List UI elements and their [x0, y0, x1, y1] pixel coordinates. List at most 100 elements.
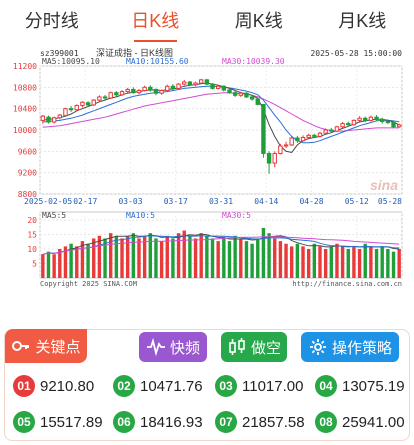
candle-body — [159, 90, 164, 94]
candle-body — [306, 134, 311, 138]
candle-body — [289, 137, 294, 146]
volume-bar — [273, 238, 277, 278]
volume-bar — [363, 243, 367, 278]
keypoints-panel: 关键点 快频 做空 操作策略 01 9210.80 02 10471.76 03… — [4, 329, 410, 441]
date-axis-tick: 02-17 — [73, 197, 97, 206]
volume-bar — [222, 238, 226, 278]
period-tabs: 分时线 日K线 周K线 月K线 — [0, 0, 414, 42]
keypoint-row-1: 01 9210.80 02 10471.76 03 11017.00 04 13… — [5, 372, 409, 400]
candle-body — [170, 85, 176, 89]
candle-body — [80, 101, 85, 106]
candlestick-icon — [229, 338, 245, 355]
volume-bar — [233, 235, 237, 278]
date-axis-tick: 05-12 — [345, 197, 369, 206]
volume-bar — [52, 254, 56, 278]
keypoint-index-badge: 02 — [113, 375, 135, 397]
volume-bar — [125, 235, 130, 278]
kline-chart[interactable]: 11200 10800 10400 10000 9600 9200 8800 20 15 10 5 … — [0, 44, 414, 294]
candle-body — [51, 117, 57, 123]
keypoint-value: 11017.00 — [242, 377, 304, 395]
date-axis-tick: 05-28 — [378, 197, 402, 206]
short-sell-button[interactable]: 做空 — [221, 332, 287, 362]
tab-monthly-k[interactable]: 月K线 — [311, 0, 414, 42]
keypoints-button[interactable]: 关键点 — [5, 329, 87, 363]
volume-bar — [114, 235, 119, 278]
candle-body — [249, 96, 255, 100]
candle-body — [176, 83, 181, 89]
volume-axis-tick: 5 — [32, 260, 37, 269]
volume-bar — [261, 227, 266, 278]
candle-body — [396, 124, 402, 128]
date-axis-tick: 2025-02-05 — [24, 197, 72, 206]
candle-body — [368, 116, 374, 121]
keypoint-item: 04 13075.19 — [315, 372, 405, 400]
volume-bar — [380, 246, 384, 278]
volume-bar — [92, 238, 96, 278]
candle-body — [380, 118, 385, 122]
date-axis-tick: 03-03 — [118, 197, 142, 206]
candle-body — [114, 92, 119, 96]
volume-bar — [256, 238, 260, 278]
candle-body — [74, 104, 79, 111]
volume-bar — [323, 249, 328, 278]
volume-bar — [137, 238, 141, 278]
fast-frequency-button[interactable]: 快频 — [139, 332, 207, 362]
candle-body — [199, 79, 204, 84]
volume-bar — [120, 238, 124, 278]
sina-watermark: sina — [370, 177, 398, 193]
candle-body — [232, 92, 238, 96]
candle-body — [334, 126, 340, 132]
copyright-text: Copyright 2025 SINA.COM — [40, 280, 137, 288]
volume-bar — [182, 230, 186, 278]
volume-bar — [340, 246, 345, 278]
tab-weekly-k[interactable]: 周K线 — [207, 0, 311, 42]
candle-body — [278, 145, 283, 154]
volume-bar — [386, 249, 390, 278]
candle-body — [238, 92, 243, 96]
vol-ma30-legend: MA30:5 — [222, 211, 251, 220]
strategy-label: 操作策略 — [331, 339, 392, 357]
candle-body — [142, 86, 147, 92]
candle-body — [136, 90, 142, 94]
candle-body — [204, 79, 210, 85]
vol-ma5-legend: MA5:5 — [42, 211, 66, 220]
volume-bar — [46, 251, 51, 278]
price-axis-tick: 9600 — [18, 147, 37, 156]
volume-bar — [295, 243, 300, 278]
volume-bar — [244, 241, 249, 278]
volume-bar — [369, 246, 373, 278]
tab-daily-k[interactable]: 日K线 — [104, 0, 208, 42]
candle-body — [300, 136, 306, 142]
candle-body — [125, 88, 130, 93]
price-axis-tick: 11200 — [13, 62, 37, 71]
candle-body — [193, 82, 198, 86]
tab-intraday[interactable]: 分时线 — [0, 0, 104, 42]
candle-body — [165, 85, 170, 92]
candle-body — [317, 132, 323, 137]
ma5-legend: MA5:10095.10 — [42, 57, 100, 66]
strategy-button[interactable]: 操作策略 — [301, 332, 399, 362]
volume-axis-tick: 15 — [27, 231, 37, 240]
candle-body — [210, 83, 215, 89]
candle-body — [182, 81, 187, 85]
candle-body — [187, 81, 193, 86]
keypoint-index-badge: 01 — [13, 375, 35, 397]
fast-frequency-label: 快频 — [169, 339, 200, 357]
keypoint-value: 13075.19 — [342, 377, 405, 395]
candle-body — [131, 88, 136, 94]
volume-bar — [301, 246, 305, 278]
source-url[interactable]: http://finance.sina.com.cn — [292, 280, 402, 288]
candle-body — [323, 129, 328, 134]
keypoint-item: 03 11017.00 — [215, 372, 303, 400]
vol-ma10-legend: MA10:5 — [126, 211, 155, 220]
keypoint-value: 21857.58 — [242, 413, 305, 431]
candle-body — [68, 108, 74, 111]
volume-bar — [329, 246, 333, 278]
key-icon — [12, 341, 30, 351]
volume-bar — [205, 235, 209, 278]
ma30-legend: MA30:10039.30 — [222, 57, 285, 66]
candle-body — [153, 88, 159, 94]
keypoint-index-badge: 08 — [315, 411, 337, 433]
date-axis-tick: 03-31 — [209, 197, 233, 206]
candle-body — [312, 134, 317, 137]
